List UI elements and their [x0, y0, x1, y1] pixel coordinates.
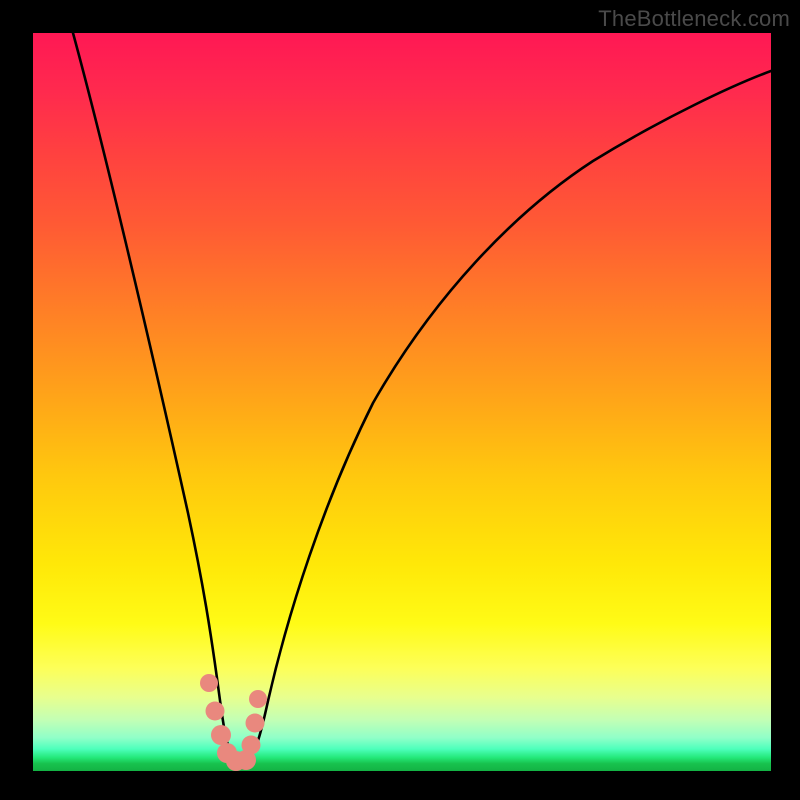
plot-area: [33, 33, 771, 771]
curve-layer: [33, 33, 771, 771]
chart-frame: TheBottleneck.com: [0, 0, 800, 800]
trough-marker: [200, 674, 267, 771]
bottleneck-curve: [73, 33, 771, 762]
watermark-text: TheBottleneck.com: [598, 6, 790, 32]
